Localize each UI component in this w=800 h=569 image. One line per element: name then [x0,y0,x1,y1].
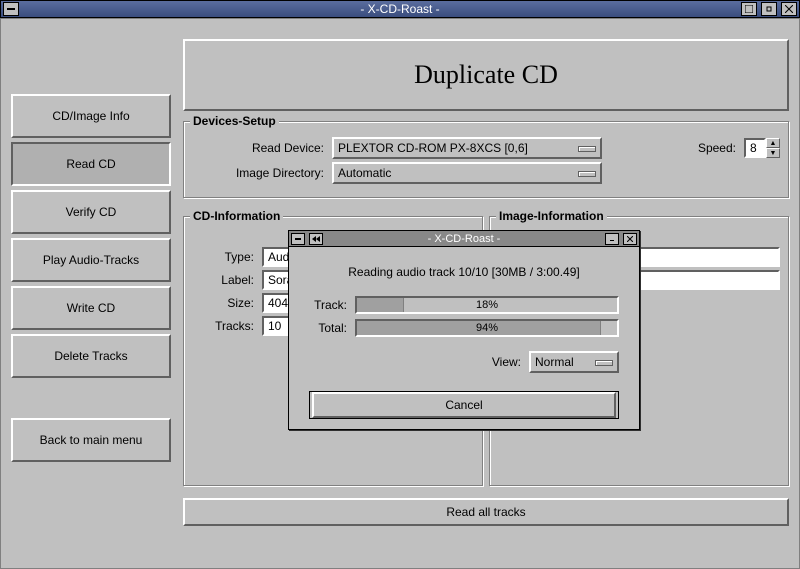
read-all-tracks-button[interactable]: Read all tracks [183,498,789,526]
track-progress-bar: 18% [355,296,619,314]
dialog-titlebar[interactable]: - X-CD-Roast - [289,231,639,247]
dropdown-icon [578,146,596,152]
minimize-button[interactable] [761,2,777,16]
tracks-label: Tracks: [192,319,262,333]
sidebar-item-label: Read CD [66,157,115,171]
sidebar-item-verify-cd[interactable]: Verify CD [11,190,171,234]
sidebar-item-label: Delete Tracks [54,349,127,363]
dialog-title: - X-CD-Roast - [289,233,639,245]
dropdown-value: PLEXTOR CD-ROM PX-8XCS [0,6] [338,141,528,155]
window-menu-button[interactable] [3,2,19,16]
button-label: Back to main menu [40,433,143,447]
dropdown-icon [595,360,613,366]
sidebar-item-label: Verify CD [66,205,117,219]
sidebar: CD/Image Info Read CD Verify CD Play Aud… [11,94,171,466]
sidebar-item-write-cd[interactable]: Write CD [11,286,171,330]
sidebar-item-label: CD/Image Info [52,109,129,123]
dialog-pin-button[interactable] [309,233,323,245]
dialog-minimize-button[interactable] [605,233,619,245]
track-progress-label: Track: [309,298,355,312]
sidebar-item-label: Play Audio-Tracks [43,253,139,267]
size-label: Size: [192,296,262,310]
total-progress-bar: 94% [355,319,619,337]
cancel-button[interactable]: Cancel [309,391,619,419]
sidebar-item-label: Write CD [67,301,115,315]
dropdown-icon [578,171,596,177]
fieldset-legend: Image-Information [496,209,607,223]
fieldset-legend: Devices-Setup [190,114,279,128]
sidebar-item-cd-image-info[interactable]: CD/Image Info [11,94,171,138]
dropdown-value: Automatic [338,166,391,180]
read-device-label: Read Device: [192,141,332,155]
progress-dialog: - X-CD-Roast - Reading audio track 10/10… [288,230,640,430]
view-dropdown[interactable]: Normal [529,351,619,373]
dropdown-value: Normal [535,355,574,369]
image-dir-label: Image Directory: [192,166,332,180]
speed-label: Speed: [698,141,744,155]
track-progress-text: 18% [357,298,617,312]
image-dir-dropdown[interactable]: Automatic [332,162,602,184]
heading-frame: Duplicate CD [183,39,789,111]
dialog-close-button[interactable] [623,233,637,245]
type-label: Type: [192,250,262,264]
read-device-dropdown[interactable]: PLEXTOR CD-ROM PX-8XCS [0,6] [332,137,602,159]
page-title: Duplicate CD [414,60,558,90]
button-label: Cancel [312,392,616,418]
progress-status: Reading audio track 10/10 [30MB / 3:00.4… [309,255,619,291]
speed-stepper[interactable]: 8 ▲ ▼ [744,138,780,158]
label-label: Label: [192,273,262,287]
spin-up-icon[interactable]: ▲ [766,138,780,148]
maximize-button[interactable] [741,2,757,16]
field-value: 10 [268,319,281,333]
sidebar-item-play-audio[interactable]: Play Audio-Tracks [11,238,171,282]
dialog-menu-button[interactable] [291,233,305,245]
dialog-body: Reading audio track 10/10 [30MB / 3:00.4… [289,247,639,429]
back-to-main-button[interactable]: Back to main menu [11,418,171,462]
window-title: - X-CD-Roast - [1,2,799,16]
devices-setup-group: Devices-Setup Read Device: PLEXTOR CD-RO… [183,121,789,198]
spin-down-icon[interactable]: ▼ [766,148,780,158]
main-titlebar: - X-CD-Roast - [0,0,800,18]
total-progress-text: 94% [357,321,617,335]
sidebar-item-read-cd[interactable]: Read CD [11,142,171,186]
speed-value[interactable]: 8 [744,138,766,158]
close-button[interactable] [781,2,797,16]
fieldset-legend: CD-Information [190,209,283,223]
button-label: Read all tracks [446,505,525,519]
total-progress-label: Total: [309,321,355,335]
view-label: View: [492,355,521,369]
sidebar-item-delete-tracks[interactable]: Delete Tracks [11,334,171,378]
